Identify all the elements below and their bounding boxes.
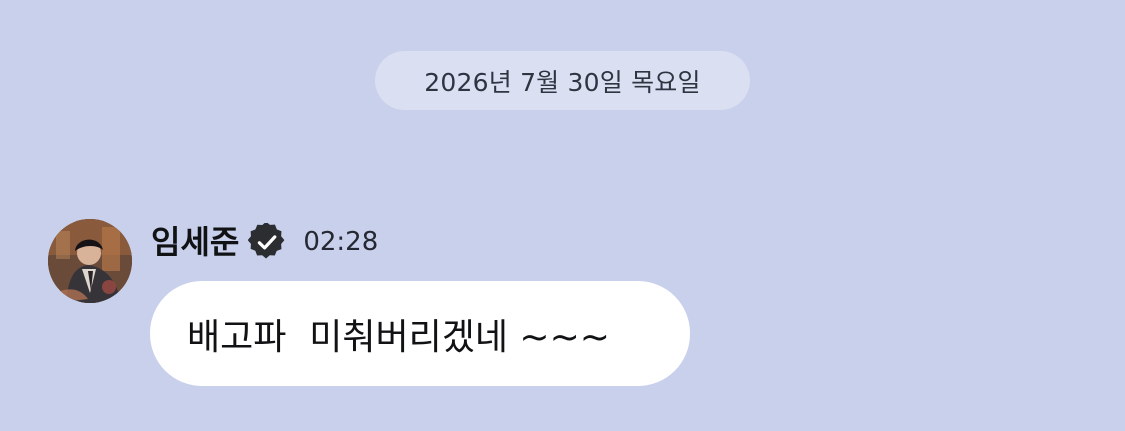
- sender-name[interactable]: 임세준: [151, 219, 239, 265]
- message-header: 임세준 02:28: [151, 219, 378, 265]
- verified-badge-icon: [248, 223, 286, 261]
- chat-area: 2026년 7월 30일 목요일 임세준 02:28 배고파 미춰버리겠네 ~~…: [0, 0, 1125, 431]
- message-bubble[interactable]: 배고파 미춰버리겠네 ~~~: [150, 281, 690, 386]
- date-divider: 2026년 7월 30일 목요일: [375, 51, 750, 110]
- profile-photo: [48, 219, 132, 303]
- message-time: 02:28: [303, 227, 379, 257]
- sender-avatar[interactable]: [48, 219, 132, 303]
